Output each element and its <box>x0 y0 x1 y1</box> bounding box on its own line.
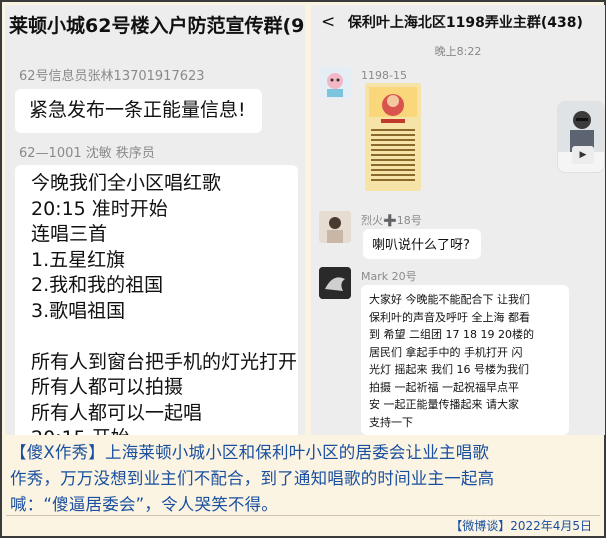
message-text: 紧急发布一条正能量信息! <box>29 99 246 121</box>
message-sender: Mark 20号 <box>361 270 417 283</box>
right-chat-title: 保利叶上海北区1198弄业主群(438) <box>347 15 583 31</box>
person-photo-icon <box>558 102 604 152</box>
play-icon[interactable]: ▶ <box>572 146 594 164</box>
cartoon-avatar-icon <box>319 67 351 99</box>
message-sender: 1198-15 <box>361 69 407 82</box>
message-bubble[interactable]: 今晚我们全小区唱红歌 20:15 准时开始 连唱三首 1.五星红旗 2.我和我的… <box>15 165 298 435</box>
message-line: 所有人到窗台把手机的灯光打开 <box>31 350 298 373</box>
avatar[interactable] <box>319 267 351 299</box>
avatar[interactable] <box>319 67 351 99</box>
poster-graphic <box>365 83 421 191</box>
message-line: 20:15 开始 <box>31 426 298 435</box>
message-line: 20:15 准时开始 <box>31 197 168 220</box>
message-line: 保利叶的声音及呼吁 全上海 都看 <box>369 310 530 324</box>
caption-line: 【傻X作秀】上海莱顿小城小区和保利叶小区的居委会让业主唱歌 <box>10 443 490 462</box>
left-chat-panel: 莱顿小城62号楼入户防范宣传群(90) 62号信息员张林13701917623 … <box>5 5 305 435</box>
avatar[interactable] <box>319 211 351 243</box>
time-stamp: 晚上8:22 <box>434 45 482 58</box>
bird-avatar-icon <box>319 267 351 299</box>
message-sender: 62号信息员张林13701917623 <box>19 69 205 84</box>
message-line: 光灯 摇起来 我们 16 号楼为我们 <box>369 363 529 376</box>
divider <box>6 515 600 516</box>
message-line: 所有人都可以拍摄 <box>31 376 184 398</box>
message-bubble[interactable]: 喇叭说什么了呀? <box>363 229 481 259</box>
source-credit: 【微博谈】2022年4月5日 <box>450 519 592 533</box>
caption-line: 作秀，万万没想到业主们不配合，到了通知唱歌的时间业主一起高 <box>10 469 495 488</box>
message-line: 拍摄 一起祈福 一起祝福早点平 <box>369 380 519 394</box>
back-icon[interactable]: < <box>321 12 343 32</box>
right-chat-panel: < 保利叶上海北区1198弄业主群(438) 晚上8:22 1198-15 ▶ … <box>311 5 605 435</box>
message-text: 喇叭说什么了呀? <box>372 238 470 253</box>
message-line: 到 希望 二组团 17 18 19 20楼的 <box>369 328 534 341</box>
message-line: 连唱三首 <box>31 223 108 245</box>
news-caption: 【傻X作秀】上海莱顿小城小区和保利叶小区的居委会让业主唱歌 作秀，万万没想到业主… <box>10 440 602 518</box>
message-line: 3.歌唱祖国 <box>31 299 126 322</box>
message-line: 2.我和我的祖国 <box>31 274 164 296</box>
message-sender: 烈火➕18号 <box>361 214 422 227</box>
right-chat-header: < 保利叶上海北区1198弄业主群(438) <box>311 5 605 39</box>
message-sender: 62—1001 沈敏 秩序员 <box>19 146 155 161</box>
message-line: 大家好 今晚能不能配合下 让我们 <box>369 293 530 306</box>
message-line: 今晚我们全小区唱红歌 <box>31 172 222 194</box>
screenshot-frame: 莱顿小城62号楼入户防范宣传群(90) 62号信息员张林13701917623 … <box>0 0 606 538</box>
left-chat-title: 莱顿小城62号楼入户防范宣传群(90) <box>5 5 305 41</box>
poster-image[interactable] <box>365 83 421 191</box>
message-line: 安 一起正能量传播起来 请大家 <box>369 398 519 411</box>
message-bubble[interactable]: 紧急发布一条正能量信息! <box>15 89 262 133</box>
message-line: 居民们 拿起手中的 手机打开 闪 <box>369 345 523 359</box>
video-thumbnail[interactable]: ▶ <box>557 101 605 173</box>
person-avatar-icon <box>319 211 351 243</box>
message-bubble[interactable]: 大家好 今晚能不能配合下 让我们 保利叶的声音及呼吁 全上海 都看 到 希望 二… <box>361 285 569 435</box>
message-line: 所有人都可以一起唱 <box>31 401 203 424</box>
message-line: 1.五星红旗 <box>31 248 126 271</box>
message-line: 支持一下 <box>369 415 413 429</box>
